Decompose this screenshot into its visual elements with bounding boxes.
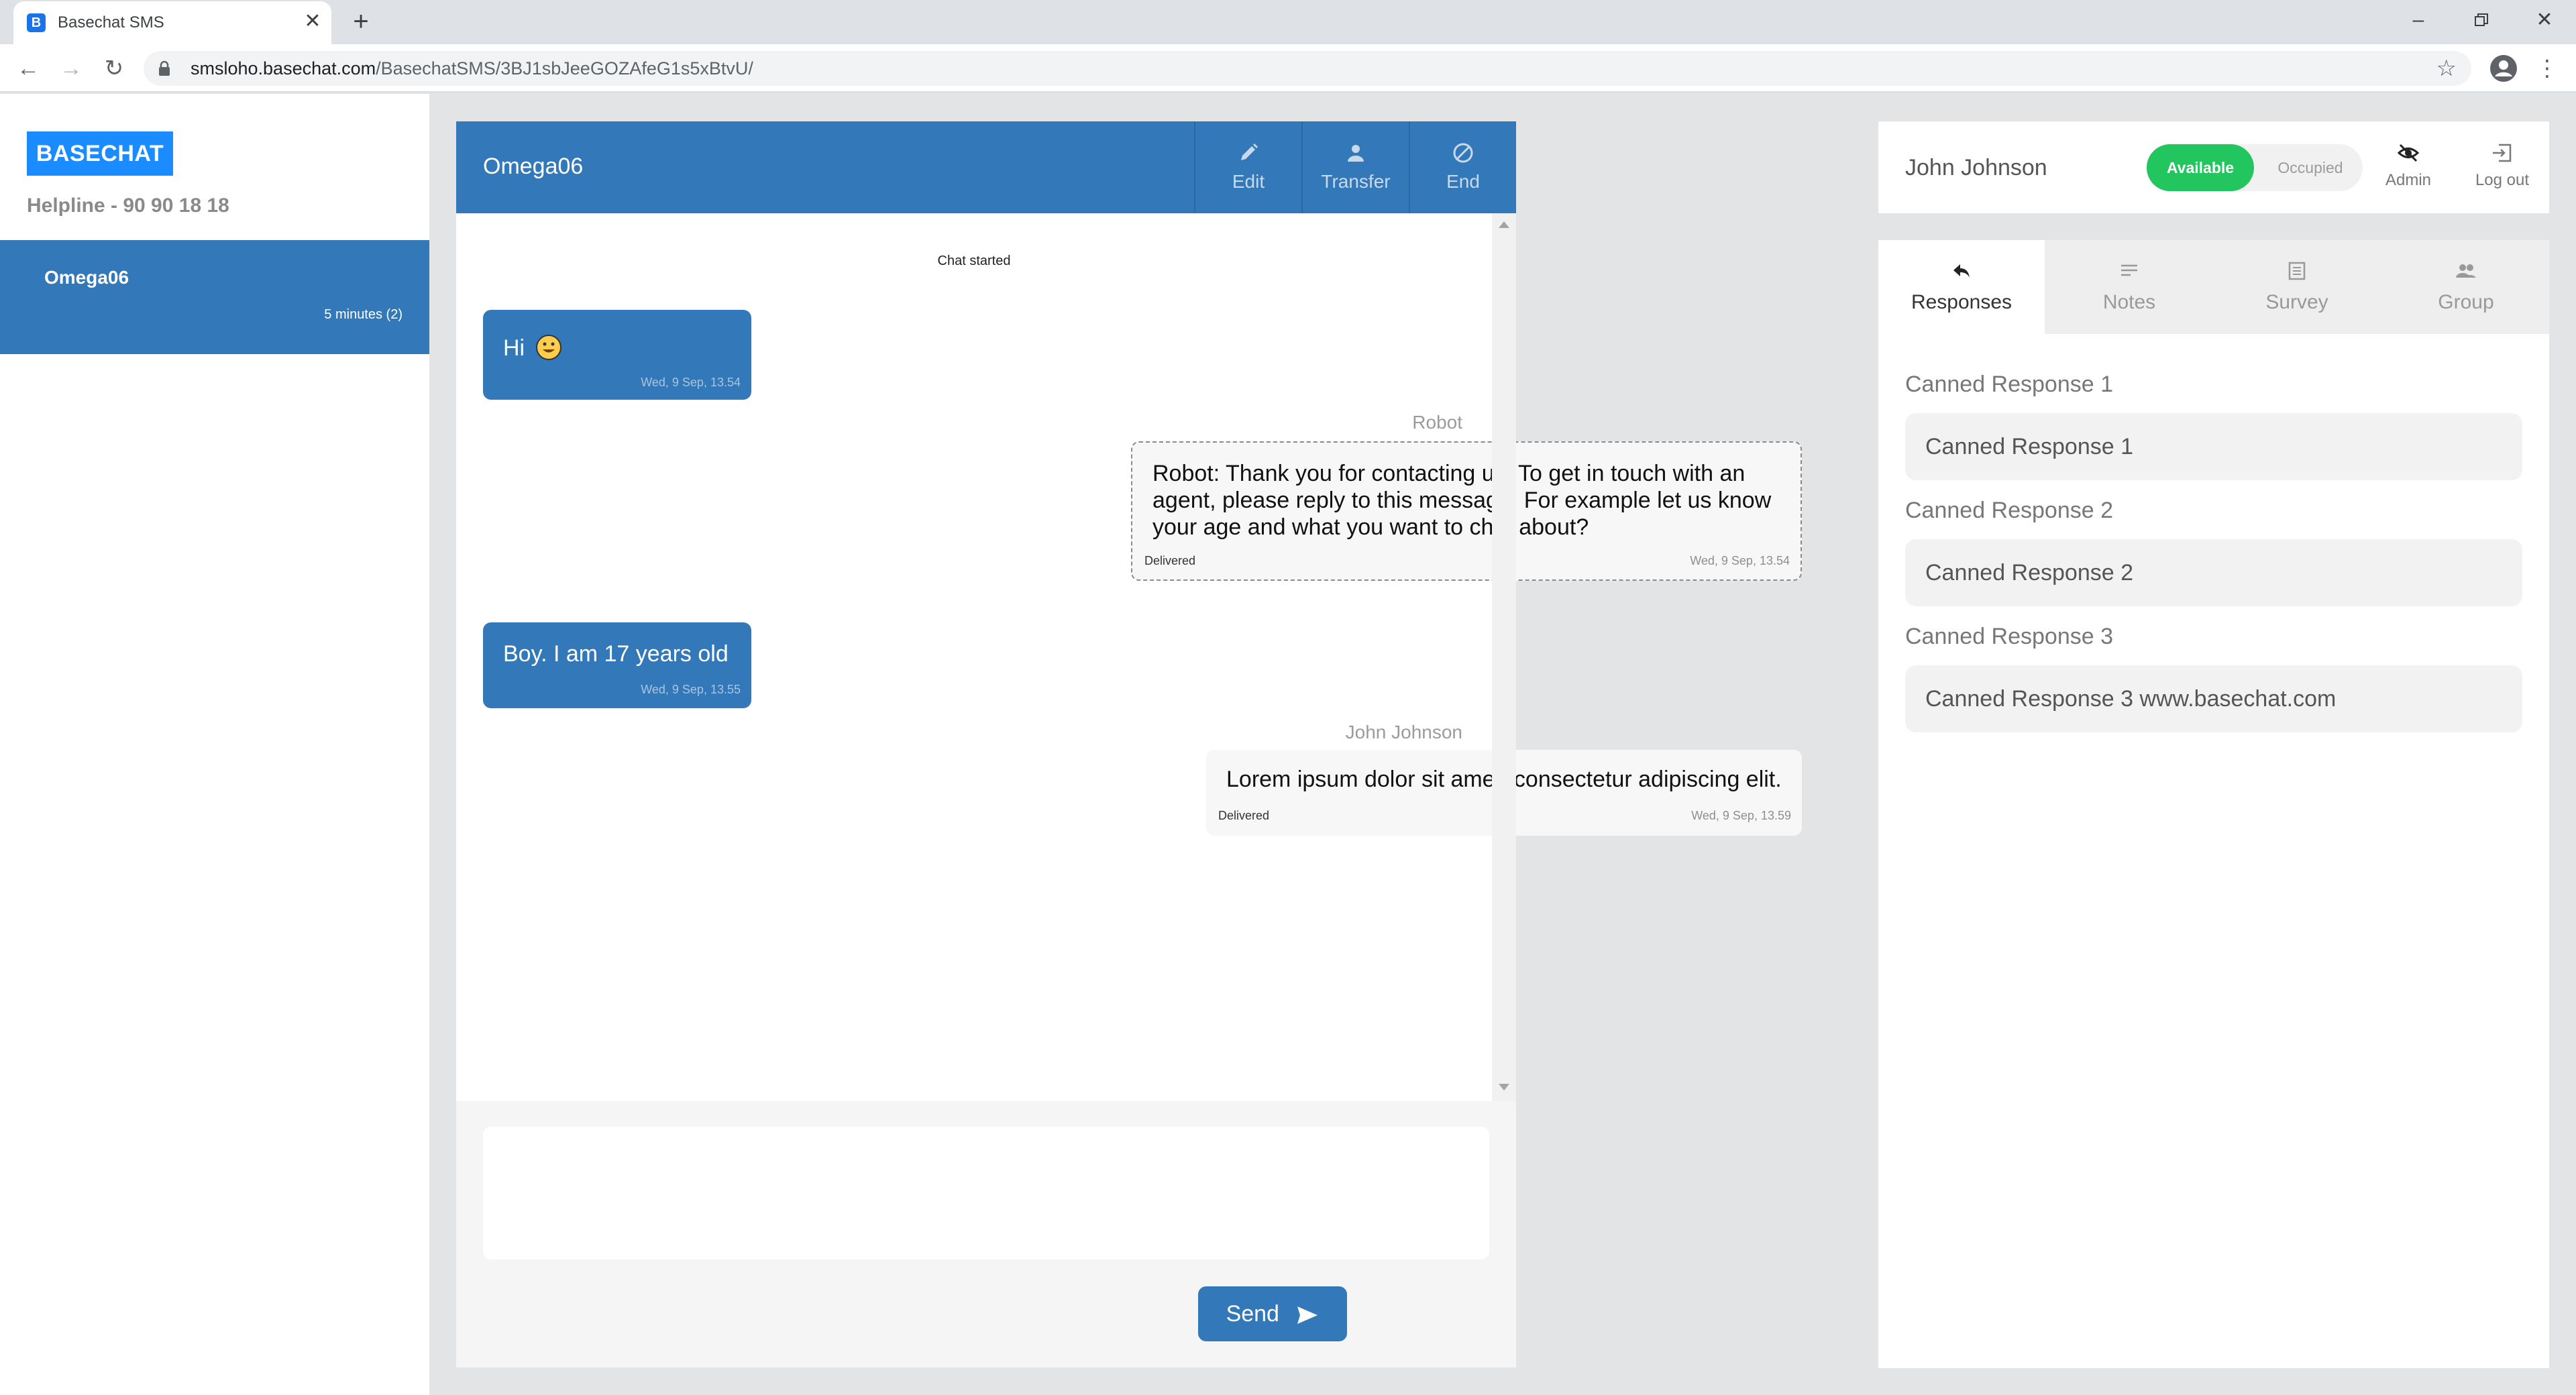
- canned-response-item[interactable]: Canned Response 1: [1905, 413, 2522, 480]
- incoming-message: Hi Wed, 9 Sep, 13.54: [483, 310, 751, 400]
- chat-started-label: Chat started: [937, 254, 1011, 268]
- url-text: smsloho.basechat.com/BasechatSMS/3BJ1sbJ…: [191, 58, 753, 78]
- canned-response-title: Canned Response 3: [1905, 624, 2114, 649]
- restore-icon: [2475, 13, 2488, 26]
- bookmark-star-icon[interactable]: ☆: [2436, 56, 2457, 80]
- tab-label: Group: [2438, 291, 2494, 313]
- address-bar[interactable]: smsloho.basechat.com/BasechatSMS/3BJ1sbJ…: [144, 51, 2471, 86]
- message-status: Delivered: [1218, 809, 1270, 822]
- tab-title: Basechat SMS: [58, 13, 164, 32]
- send-arrow-icon: [1297, 1306, 1318, 1325]
- tab-label: Notes: [2102, 291, 2156, 313]
- browser-tabstrip: B Basechat SMS ✕ + – ✕: [0, 0, 2576, 44]
- send-label: Send: [1226, 1301, 1279, 1327]
- chat-header: Omega06 Edit Transfer End: [456, 121, 1516, 213]
- message-sender: John Johnson: [1345, 722, 1462, 742]
- send-button[interactable]: Send: [1198, 1286, 1347, 1341]
- tab-label: Responses: [1911, 291, 2012, 313]
- canned-response-item[interactable]: Canned Response 3 www.basechat.com: [1905, 665, 2522, 732]
- conversation-item[interactable]: Omega06 5 minutes (2): [0, 240, 429, 354]
- restore-window-button[interactable]: [2451, 4, 2512, 36]
- back-arrow-icon[interactable]: ←: [12, 52, 44, 85]
- reply-icon: [1953, 264, 1970, 278]
- tab-group[interactable]: Group: [2383, 240, 2549, 334]
- block-icon: [1453, 143, 1473, 163]
- tab-label: Survey: [2265, 291, 2328, 313]
- person-icon: [1348, 145, 1364, 162]
- close-tab-icon[interactable]: ✕: [302, 11, 323, 32]
- canned-response-item[interactable]: Canned Response 2: [1905, 539, 2522, 606]
- transfer-label: Transfer: [1321, 171, 1391, 192]
- scroll-up-arrow-icon[interactable]: [1499, 221, 1509, 228]
- side-panel-tabs: Responses Notes Survey Group: [1878, 240, 2549, 334]
- profile-avatar-icon[interactable]: [2489, 54, 2518, 83]
- availability-toggle[interactable]: Available Occupied: [2147, 144, 2363, 191]
- conversation-name: Omega06: [44, 267, 129, 288]
- favicon-icon: B: [27, 13, 46, 32]
- tab-notes[interactable]: Notes: [2046, 240, 2212, 334]
- url-path: /BasechatSMS/3BJ1sbJeeGOZAfeG1s5xBtvU/: [376, 58, 753, 78]
- responses-panel: Responses Notes Survey Group Canned Resp…: [1878, 240, 2549, 1368]
- conversation-meta: 5 minutes (2): [324, 307, 402, 322]
- survey-icon: [2288, 262, 2306, 280]
- agent-name: John Johnson: [1905, 155, 2047, 180]
- incoming-message: Boy. I am 17 years old Wed, 9 Sep, 13.55: [483, 622, 751, 708]
- message-composer: [456, 1101, 1516, 1368]
- logout-label: Log out: [2475, 171, 2530, 189]
- message-text: Robot: Thank you for contacting us. To g…: [1152, 461, 1772, 540]
- smiley-emoji-icon: [535, 335, 561, 360]
- browser-menu-icon[interactable]: ⋮: [2536, 54, 2559, 83]
- forward-arrow-icon[interactable]: →: [55, 52, 87, 85]
- status-occupied-button[interactable]: Occupied: [2258, 144, 2363, 191]
- transfer-button[interactable]: Transfer: [1301, 121, 1409, 213]
- admin-label: Admin: [2385, 171, 2432, 189]
- basechat-logo: BASECHAT: [27, 131, 173, 176]
- agent-status-card: John Johnson Available Occupied Admin Lo…: [1878, 121, 2549, 213]
- outgoing-message: Robot: Thank you for contacting us. To g…: [1131, 441, 1802, 581]
- message-status: Delivered: [1144, 554, 1196, 567]
- reload-icon[interactable]: ↻: [98, 52, 130, 85]
- message-text: Hi: [503, 335, 525, 361]
- scroll-down-arrow-icon[interactable]: [1499, 1084, 1509, 1091]
- minimize-window-button[interactable]: –: [2388, 4, 2449, 36]
- canned-response-title: Canned Response 1: [1905, 372, 2114, 397]
- browser-tab[interactable]: B Basechat SMS ✕: [13, 1, 331, 44]
- tab-survey[interactable]: Survey: [2214, 240, 2380, 334]
- message-time: Wed, 9 Sep, 13.59: [1691, 809, 1791, 822]
- logout-icon: [2493, 144, 2512, 162]
- status-available-button[interactable]: Available: [2147, 144, 2254, 191]
- url-host: smsloho.basechat.com: [191, 58, 376, 78]
- message-time: Wed, 9 Sep, 13.54: [1690, 554, 1790, 567]
- close-window-button[interactable]: ✕: [2514, 4, 2575, 36]
- message-text: Boy. I am 17 years old: [503, 641, 729, 667]
- new-tab-button[interactable]: +: [347, 8, 374, 35]
- message-time: Wed, 9 Sep, 13.55: [641, 683, 741, 696]
- canned-response-title: Canned Response 2: [1905, 498, 2114, 523]
- pencil-icon: [1241, 144, 1258, 160]
- eye-slash-icon: [2397, 144, 2420, 162]
- edit-button[interactable]: Edit: [1194, 121, 1301, 213]
- message-sender: Robot: [1412, 412, 1462, 433]
- chat-scrollbar[interactable]: [1492, 213, 1516, 1101]
- admin-button[interactable]: Admin: [2375, 142, 2442, 190]
- notes-icon: [2121, 264, 2137, 276]
- helpline-label: Helpline - 90 90 18 18: [27, 194, 229, 217]
- edit-label: Edit: [1232, 171, 1265, 192]
- end-label: End: [1446, 171, 1480, 192]
- end-chat-button[interactable]: End: [1409, 121, 1516, 213]
- chat-title: Omega06: [483, 154, 584, 179]
- lock-icon: [159, 60, 170, 76]
- tab-responses[interactable]: Responses: [1878, 240, 2045, 334]
- logout-button[interactable]: Log out: [2469, 142, 2536, 190]
- browser-toolbar: ← → ↻ smsloho.basechat.com/BasechatSMS/3…: [0, 44, 2576, 93]
- message-time: Wed, 9 Sep, 13.54: [641, 376, 741, 389]
- conversation-sidebar: BASECHAT Helpline - 90 90 18 18 Omega06 …: [0, 94, 429, 1395]
- chat-messages: Chat started Hi Wed, 9 Sep, 13.54 Robot …: [456, 213, 1802, 1101]
- group-icon: [2456, 264, 2476, 278]
- message-input[interactable]: [483, 1127, 1489, 1260]
